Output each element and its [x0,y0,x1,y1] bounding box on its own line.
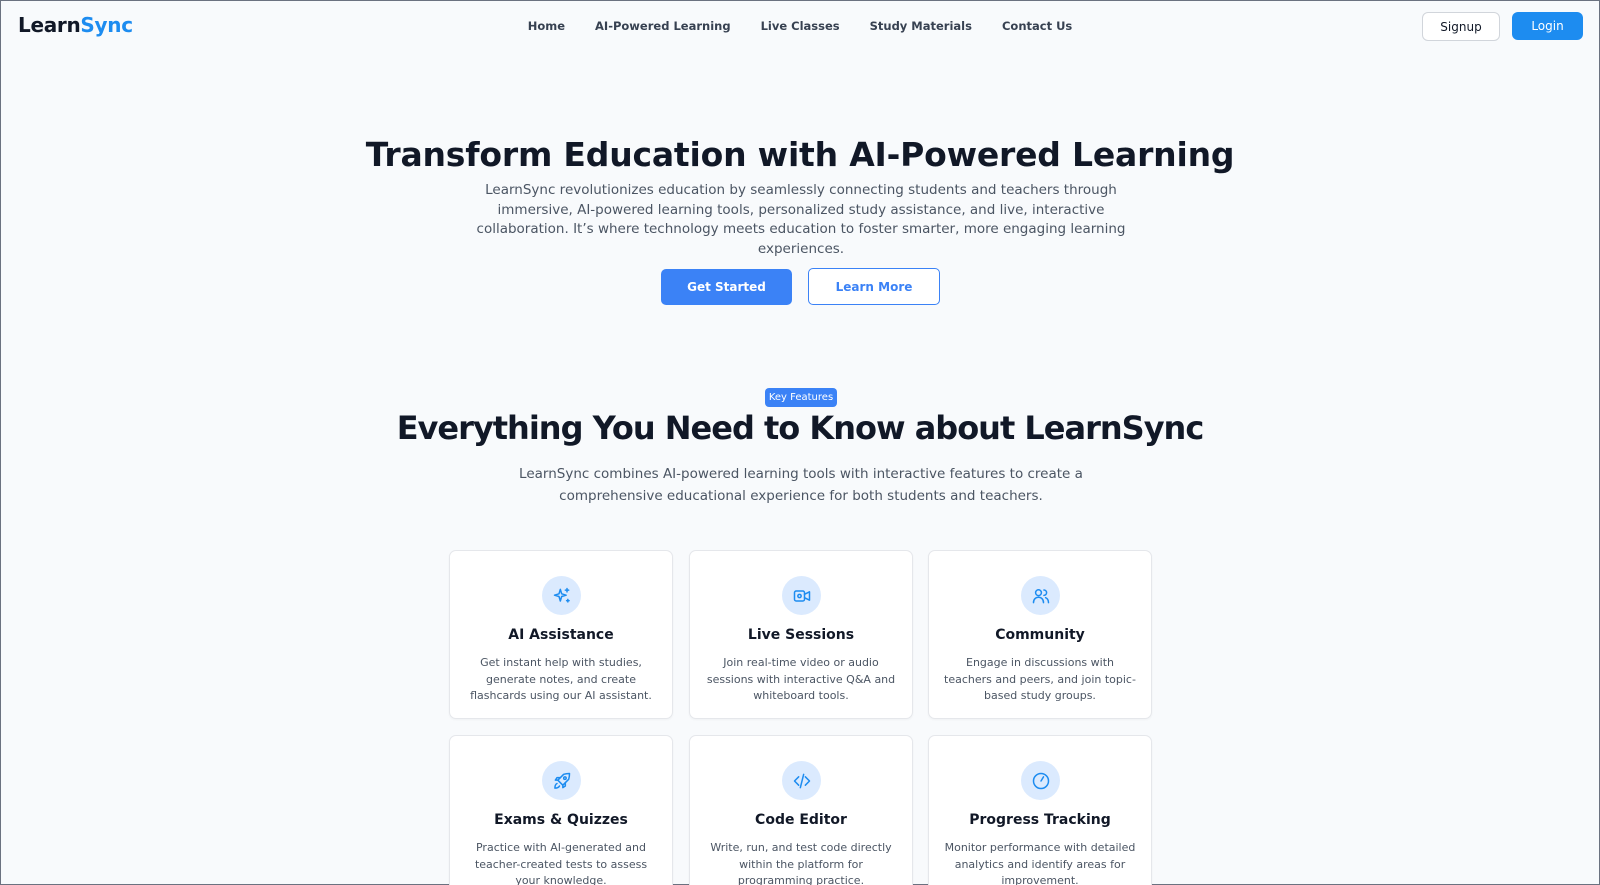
rocket-icon [542,761,581,800]
learn-more-button[interactable]: Learn More [808,268,940,305]
feature-card-progress-tracking: Progress Tracking Monitor performance wi… [928,735,1152,885]
hero-description: LearnSync revolutionizes education by se… [476,182,1126,257]
nav-live-classes[interactable]: Live Classes [761,19,840,33]
login-button[interactable]: Login [1512,12,1583,40]
card-text: Get instant help with studies, generate … [470,656,652,702]
card-text: Monitor performance with detailed analyt… [944,841,1136,885]
main-nav: Home AI-Powered Learning Live Classes St… [1,19,1599,33]
video-icon [782,576,821,615]
feature-card-code-editor: Code Editor Write, run, and test code di… [689,735,913,885]
card-title: Progress Tracking [969,812,1111,828]
card-text: Write, run, and test code directly withi… [710,841,892,885]
nav-home[interactable]: Home [528,19,565,33]
feature-card-exams-quizzes: Exams & Quizzes Practice with AI-generat… [449,735,673,885]
site-header: LearnSync Home AI-Powered Learning Live … [1,1,1599,53]
hero-title: Transform Education with AI-Powered Lear… [365,135,1235,174]
signup-button[interactable]: Signup [1422,12,1500,41]
code-icon [782,761,821,800]
card-text: Engage in discussions with teachers and … [944,656,1136,702]
features-title: Everything You Need to Know about LearnS… [396,409,1205,447]
gauge-icon [1021,761,1060,800]
card-title: Exams & Quizzes [494,812,628,828]
card-text: Join real-time video or audio sessions w… [706,656,896,702]
card-title: Live Sessions [747,627,855,643]
sparkles-icon [542,576,581,615]
get-started-button[interactable]: Get Started [661,269,792,305]
nav-ai-powered-learning[interactable]: AI-Powered Learning [595,19,731,33]
card-title: AI Assistance [508,627,614,643]
card-title: Community [995,627,1085,643]
nav-contact-us[interactable]: Contact Us [1002,19,1072,33]
feature-card-live-sessions: Live Sessions Join real-time video or au… [689,550,913,719]
features-description: LearnSync combines AI-powered learning t… [519,466,1083,504]
card-title: Code Editor [755,812,847,828]
users-icon [1021,576,1060,615]
feature-card-ai-assistance: AI Assistance Get instant help with stud… [449,550,673,719]
feature-card-community: Community Engage in discussions with tea… [928,550,1152,719]
key-features-badge: Key Features [765,388,837,407]
nav-study-materials[interactable]: Study Materials [870,19,972,33]
card-text: Practice with AI-generated and teacher-c… [474,841,648,885]
